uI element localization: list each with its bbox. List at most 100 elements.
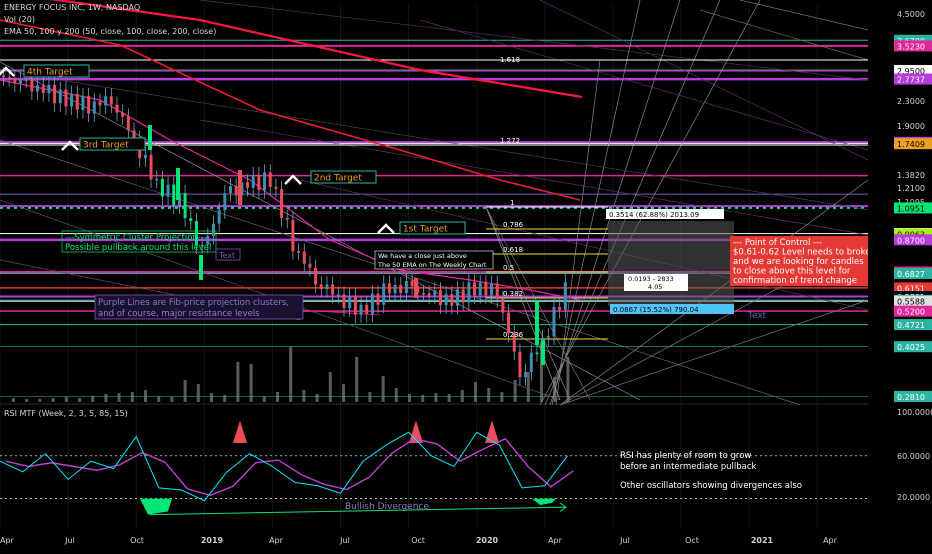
- purple-note-2: and of course, major resistance levels: [98, 309, 260, 319]
- price-tick-label: 0.2810: [897, 393, 925, 402]
- volume-bar: [500, 392, 504, 402]
- candle-body: [109, 96, 113, 105]
- fan-line: [539, 0, 761, 406]
- volume-bar: [302, 390, 306, 402]
- price-tick-label: 0.5200: [897, 308, 925, 317]
- candle-body: [143, 154, 147, 159]
- candle-body: [280, 188, 284, 218]
- volume-bar: [38, 399, 42, 402]
- poc-line-4: to close above this level for: [733, 267, 851, 277]
- price-tick-label: 0.8700: [897, 236, 925, 245]
- rsi-oversold-fill: [140, 498, 172, 515]
- candle-body: [467, 282, 471, 303]
- volume-bar: [144, 390, 147, 402]
- fib-1272-label: 1.272: [500, 137, 520, 145]
- rsi-slow-line: [5, 437, 574, 497]
- ema200-line: [49, 0, 583, 99]
- price-tick-label: 0.6827: [897, 270, 925, 279]
- volume-bar: [447, 394, 451, 402]
- rsi-fast-line: [0, 431, 568, 502]
- volume-bar: [408, 394, 411, 402]
- candle-body: [325, 284, 329, 290]
- text-small-label: Text: [218, 251, 235, 260]
- candle-body: [104, 96, 108, 106]
- candle-body: [30, 79, 34, 92]
- candle-body: [64, 89, 68, 107]
- fib-label: 1: [510, 199, 514, 207]
- price-tick-label: 1.0951: [897, 204, 925, 213]
- candle-body: [75, 93, 79, 110]
- chart-svg[interactable]: 1 0.786 0.618 0.5 0.382 0.236 4th Target 3rd Ta…: [0, 0, 932, 550]
- candle-body: [387, 283, 391, 294]
- fan-line: [739, 0, 869, 31]
- fan-line: [419, 19, 869, 151]
- price-tick-label: 1.7409: [897, 140, 925, 149]
- candle-body: [365, 304, 369, 314]
- candle-body: [19, 79, 23, 84]
- candle-body: [336, 294, 340, 297]
- candle-body: [404, 280, 408, 294]
- price-tick-label: 2.7737: [897, 76, 925, 85]
- candle-body: [297, 251, 301, 253]
- volume-bar: [368, 392, 372, 402]
- rsi-panel: Bullish Divergence RSI has plenty of room…: [0, 420, 868, 516]
- candle-body: [382, 283, 386, 305]
- candle-body: [319, 284, 323, 290]
- volume-bar: [289, 347, 293, 402]
- rsi-overbought-fill: [233, 420, 247, 443]
- measure-label-3: 0.0867 (15.52%) 790.04: [613, 306, 699, 314]
- fib-label: 0.618: [503, 246, 523, 254]
- candle-body: [563, 281, 567, 310]
- candle-body: [58, 89, 62, 104]
- divergence-label: Bullish Divergence: [345, 502, 429, 512]
- fib-label: 0.236: [503, 331, 524, 339]
- volume-bar: [104, 394, 108, 402]
- volume-bar: [183, 380, 187, 402]
- candle-body: [552, 307, 556, 337]
- candle-highlight: [176, 168, 180, 200]
- candle-body: [438, 290, 442, 306]
- candle-body: [98, 101, 102, 106]
- candle-body: [376, 293, 380, 305]
- candle-body: [456, 289, 459, 306]
- candle-body: [246, 182, 250, 188]
- candle-body: [342, 294, 346, 309]
- time-tick-label: 2021: [751, 536, 774, 545]
- candle-body: [461, 289, 465, 303]
- volume-bar: [223, 395, 227, 402]
- candle-body: [41, 85, 45, 94]
- rsi-note-2: before an intermediate pullback: [620, 462, 757, 472]
- candle-body: [427, 293, 431, 296]
- volume-bar: [434, 393, 438, 402]
- volume-bar: [526, 372, 530, 402]
- volume-bar: [328, 372, 332, 402]
- price-tick-label: 0.4025: [897, 343, 925, 352]
- candle-body: [121, 112, 125, 117]
- candle-body: [359, 304, 363, 315]
- time-tick-label: Jul: [64, 536, 75, 545]
- caret-1st: [377, 223, 395, 234]
- candle-body: [353, 296, 357, 315]
- ema-indicator-title: EMA 50, 100 y 200 (50, close, 100, close…: [4, 27, 217, 36]
- candle-body: [251, 174, 255, 188]
- volume-bar: [355, 357, 359, 402]
- volume-bar: [64, 397, 68, 402]
- candle-body: [234, 186, 238, 196]
- candle-body: [7, 77, 11, 79]
- time-tick-label: 2020: [476, 536, 499, 545]
- candle-body: [501, 298, 505, 313]
- fan-line: [555, 59, 601, 406]
- candles: [2, 67, 567, 386]
- time-tick-label: Apr: [823, 536, 838, 545]
- candle-body: [257, 174, 261, 191]
- volume-bar: [51, 398, 55, 402]
- candle-body: [490, 283, 494, 296]
- volume-bar: [170, 397, 174, 402]
- rsi-note-1: RSI has plenty of room to grow: [620, 451, 751, 461]
- candle-body: [274, 186, 278, 189]
- measure-box: [608, 221, 734, 306]
- candle-body: [450, 294, 454, 306]
- ema100-line: [0, 19, 581, 201]
- candle-body: [546, 336, 550, 338]
- candle-body: [473, 282, 477, 296]
